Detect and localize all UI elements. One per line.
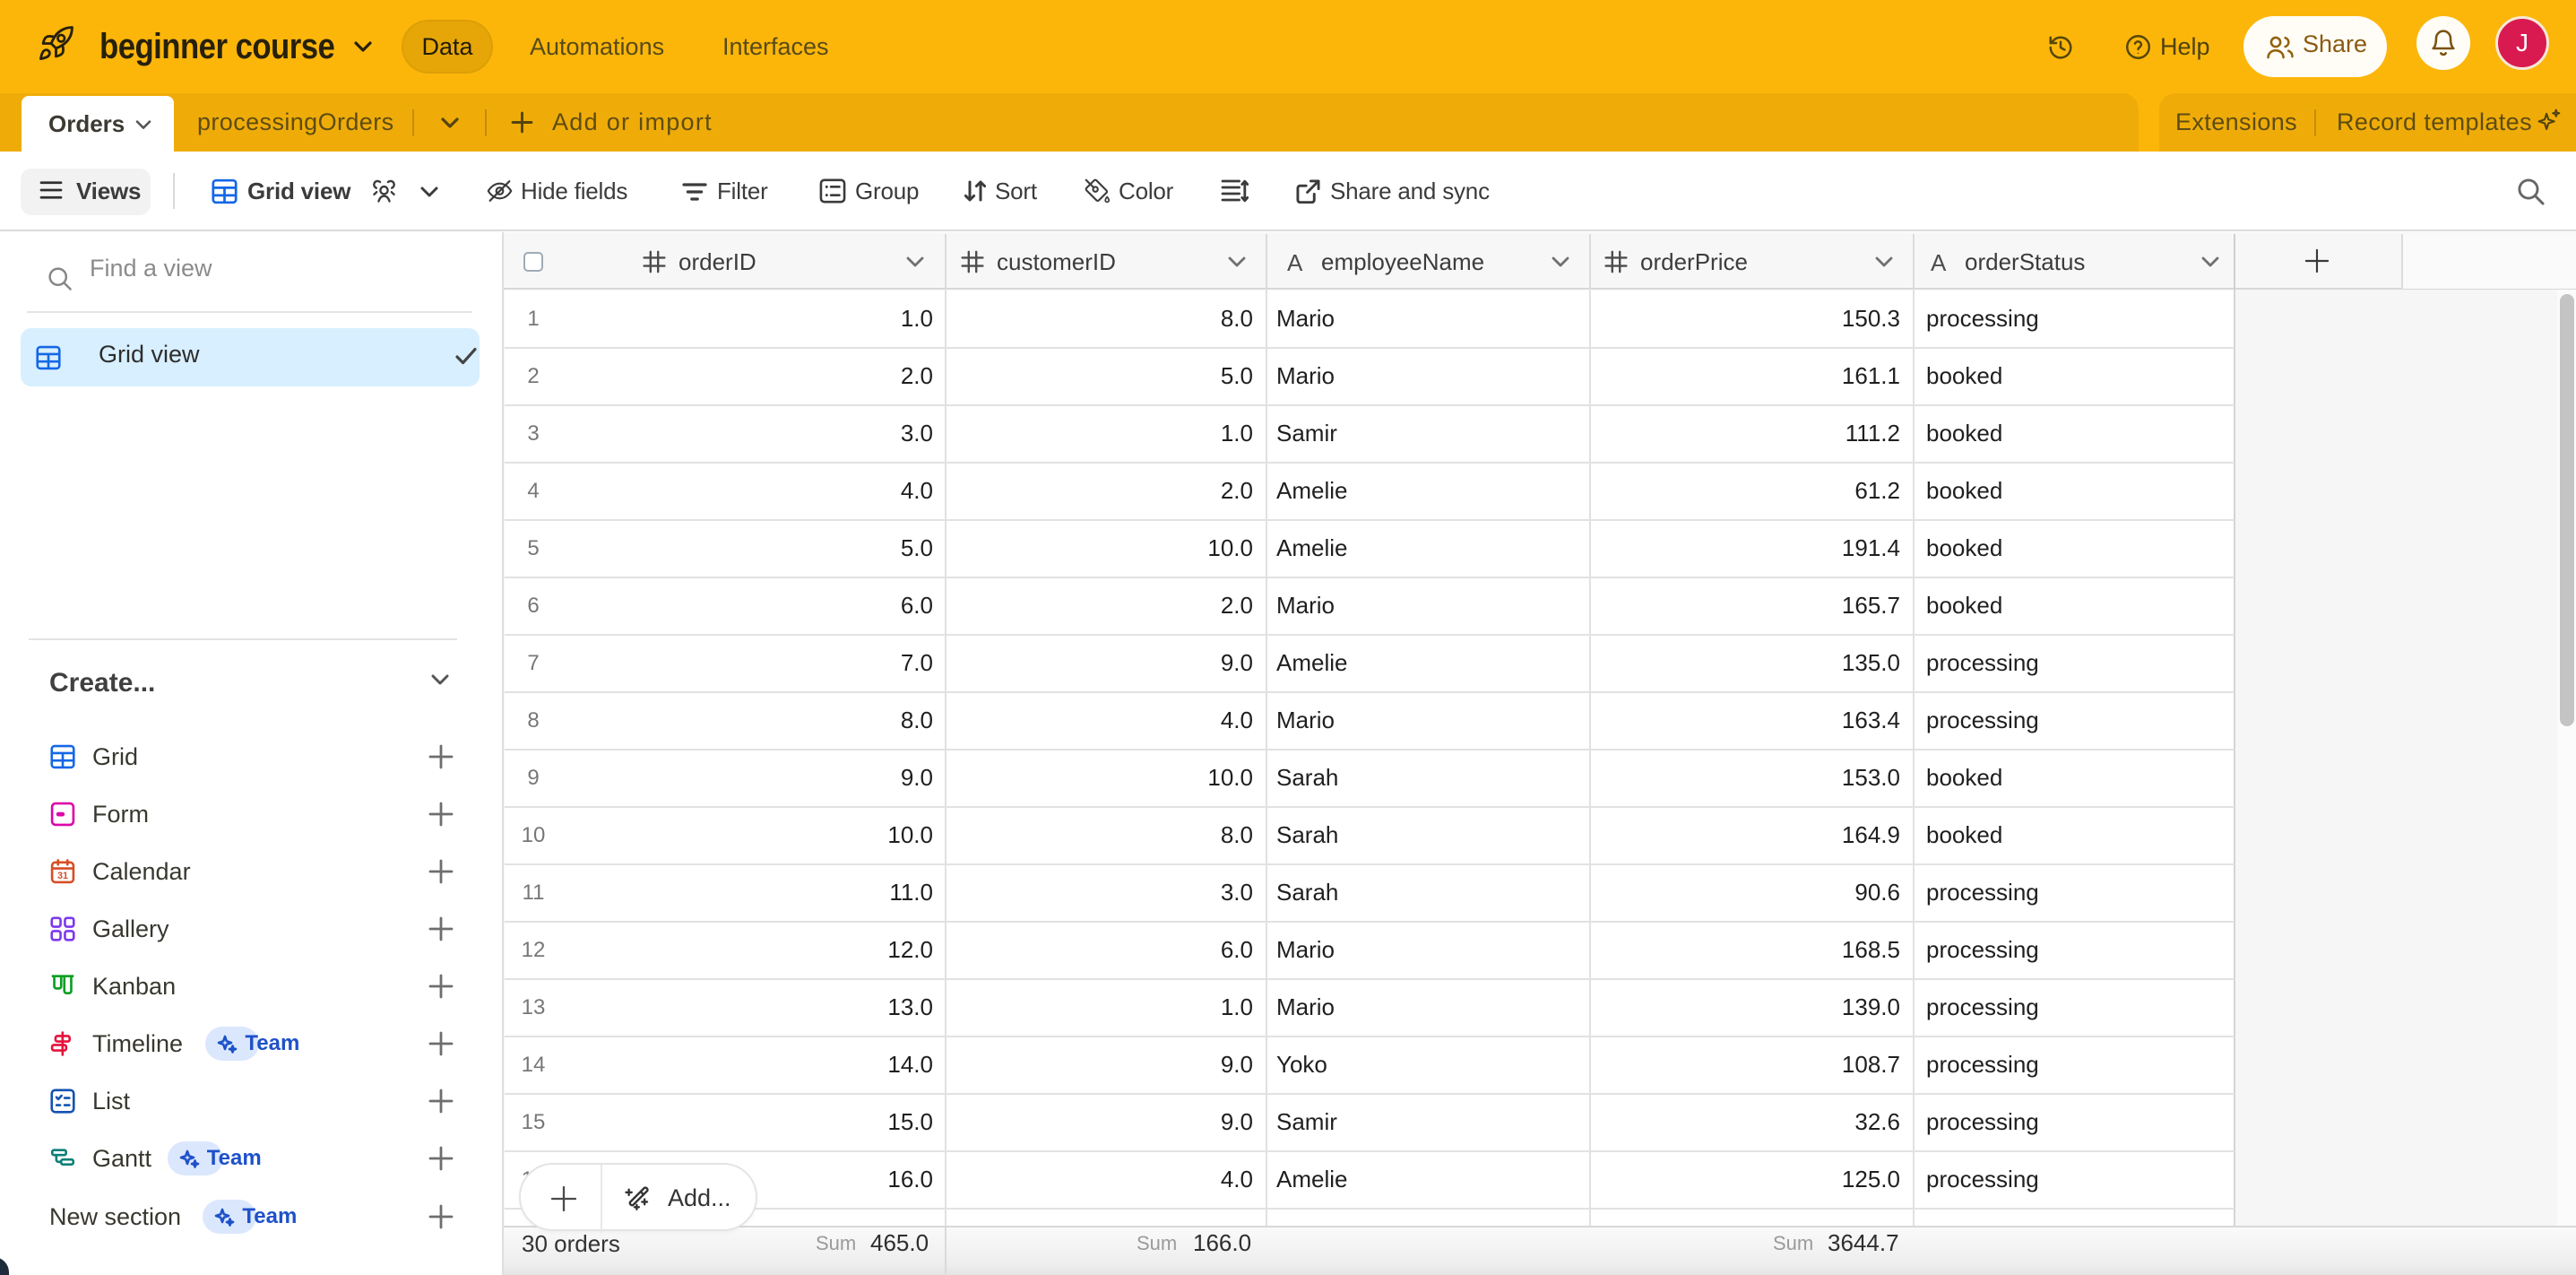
svg-text:31: 31 xyxy=(57,871,68,881)
